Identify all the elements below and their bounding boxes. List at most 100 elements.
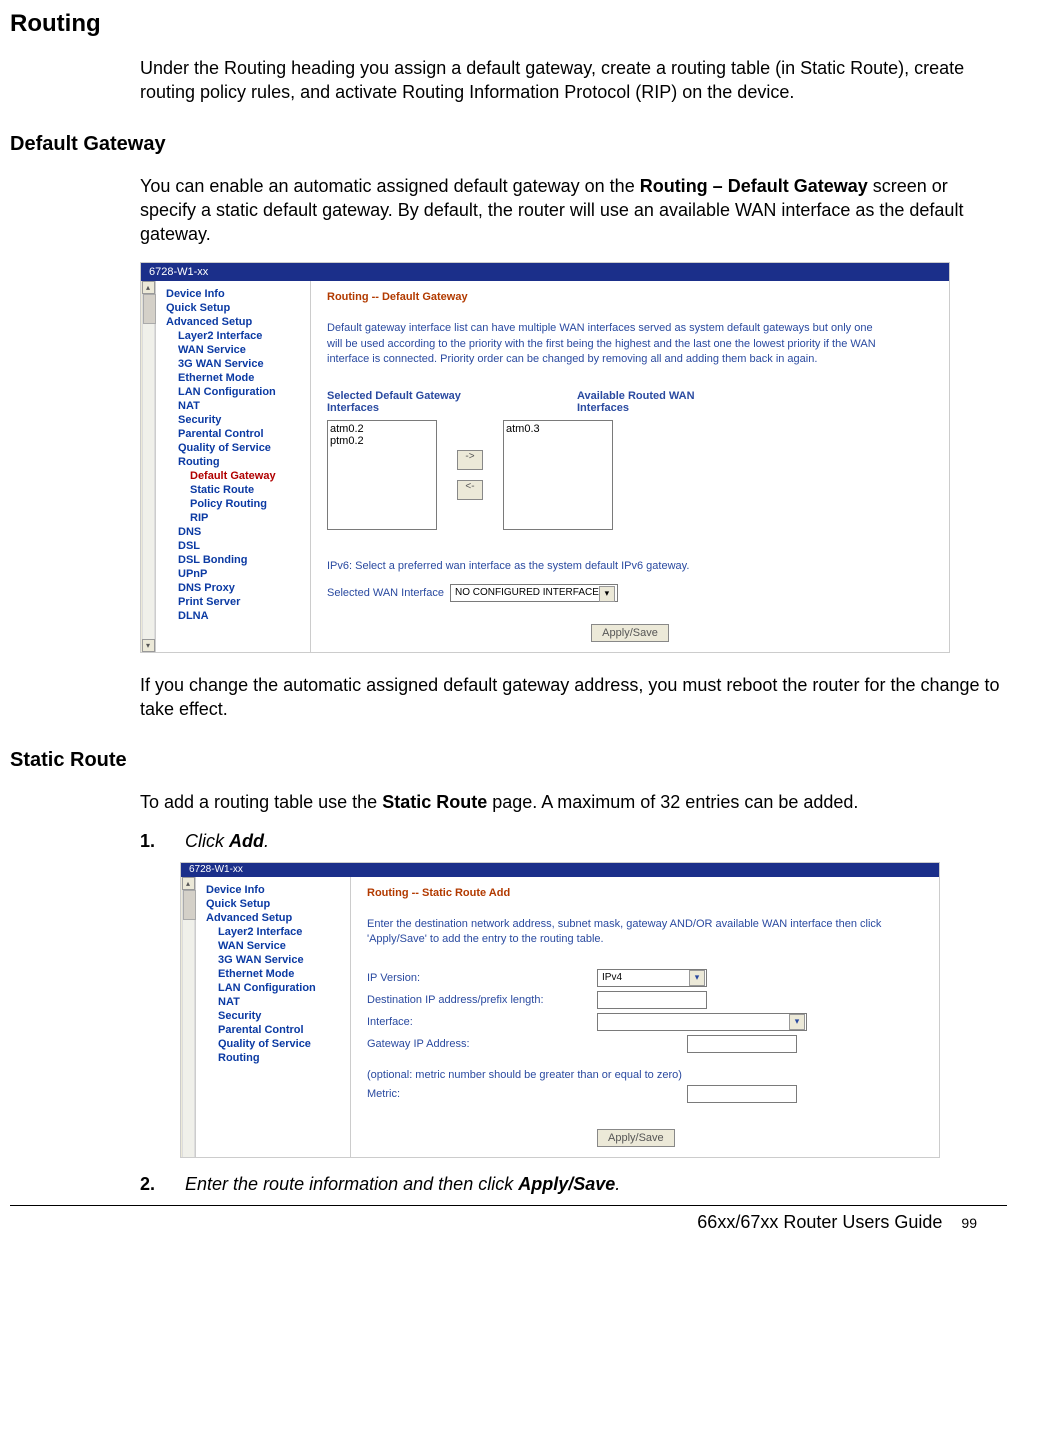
sidebar2-item-wan-service[interactable]: WAN Service bbox=[206, 939, 346, 953]
sidebar2-item-qos[interactable]: Quality of Service bbox=[206, 1037, 346, 1051]
step-1-bold: Add bbox=[229, 831, 264, 851]
sidebar2-item-security[interactable]: Security bbox=[206, 1009, 346, 1023]
sidebar-item-device-info[interactable]: Device Info bbox=[166, 287, 306, 301]
step-2-bold: Apply/Save bbox=[518, 1174, 615, 1194]
sidebar2-item-quick-setup[interactable]: Quick Setup bbox=[206, 897, 346, 911]
scroll-up-icon-2[interactable]: ▴ bbox=[182, 877, 195, 890]
content-description: Default gateway interface list can have … bbox=[327, 321, 887, 367]
window-titlebar-2: 6728-W1-xx bbox=[181, 863, 939, 877]
sidebar2-item-3g-wan[interactable]: 3G WAN Service bbox=[206, 953, 346, 967]
sidebar-item-layer2[interactable]: Layer2 Interface bbox=[166, 329, 306, 343]
sidebar-item-static-route[interactable]: Static Route bbox=[166, 483, 306, 497]
move-right-button[interactable]: -> bbox=[457, 450, 483, 470]
sr-intro-pre: To add a routing table use the bbox=[140, 792, 382, 812]
sidebar2-item-nat[interactable]: NAT bbox=[206, 995, 346, 1009]
listbox-selected-gateway[interactable]: atm0.2 ptm0.2 bbox=[327, 420, 437, 530]
label-available-wan: Available Routed WAN Interfaces bbox=[577, 390, 717, 414]
label-selected-wan-interface: Selected WAN Interface bbox=[327, 587, 444, 599]
sidebar-item-print-server[interactable]: Print Server bbox=[166, 595, 306, 609]
para-default-gateway-intro: You can enable an automatic assigned def… bbox=[140, 174, 1007, 247]
footer-guide-title: 66xx/67xx Router Users Guide bbox=[697, 1212, 942, 1232]
sidebar2-item-lan-config[interactable]: LAN Configuration bbox=[206, 981, 346, 995]
label-interface: Interface: bbox=[367, 1016, 597, 1028]
dg-intro-pre: You can enable an automatic assigned def… bbox=[140, 176, 640, 196]
input-metric[interactable] bbox=[687, 1085, 797, 1103]
step-1-number: 1. bbox=[140, 831, 180, 852]
sidebar2-item-ethernet-mode[interactable]: Ethernet Mode bbox=[206, 967, 346, 981]
input-gateway-ip[interactable] bbox=[687, 1035, 797, 1053]
ipv6-note: IPv6: Select a preferred wan interface a… bbox=[327, 560, 933, 572]
move-left-button[interactable]: <- bbox=[457, 480, 483, 500]
sidebar-item-dns[interactable]: DNS bbox=[166, 525, 306, 539]
page-footer: 66xx/67xx Router Users Guide 99 bbox=[10, 1205, 1007, 1237]
sidebar-item-ethernet-mode[interactable]: Ethernet Mode bbox=[166, 371, 306, 385]
scroll-thumb-2[interactable] bbox=[183, 890, 196, 920]
sidebar-item-rip[interactable]: RIP bbox=[166, 511, 306, 525]
input-destination-ip[interactable] bbox=[597, 991, 707, 1009]
select-ip-version-value: IPv4 bbox=[598, 970, 706, 985]
step-2-number: 2. bbox=[140, 1174, 180, 1195]
sidebar2-item-advanced-setup[interactable]: Advanced Setup bbox=[206, 911, 346, 925]
sidebar2-item-parental[interactable]: Parental Control bbox=[206, 1023, 346, 1037]
sidebar-item-nat[interactable]: NAT bbox=[166, 399, 306, 413]
content-title: Routing -- Default Gateway bbox=[327, 291, 933, 303]
scroll-down-icon[interactable]: ▾ bbox=[142, 639, 155, 652]
apply-save-button-2[interactable]: Apply/Save bbox=[597, 1129, 675, 1147]
heading-default-gateway: Default Gateway bbox=[10, 133, 1007, 156]
scrollbar-2[interactable]: ▴ bbox=[181, 877, 196, 1158]
sidebar-item-dns-proxy[interactable]: DNS Proxy bbox=[166, 581, 306, 595]
sidebar-item-parental[interactable]: Parental Control bbox=[166, 427, 306, 441]
sidebar2-item-device-info[interactable]: Device Info bbox=[206, 883, 346, 897]
para-routing-intro: Under the Routing heading you assign a d… bbox=[140, 56, 1007, 105]
sidebar-item-dlna[interactable]: DLNA bbox=[166, 609, 306, 623]
select-interface[interactable] bbox=[597, 1013, 807, 1031]
heading-routing: Routing bbox=[10, 10, 1007, 38]
sidebar-item-dsl-bonding[interactable]: DSL Bonding bbox=[166, 553, 306, 567]
sidebar-item-wan-service[interactable]: WAN Service bbox=[166, 343, 306, 357]
label-ip-version: IP Version: bbox=[367, 972, 597, 984]
select-wan-interface-value: NO CONFIGURED INTERFACE bbox=[455, 587, 599, 598]
sidebar-nav-2: Device Info Quick Setup Advanced Setup L… bbox=[196, 877, 351, 1158]
sidebar-item-qos[interactable]: Quality of Service bbox=[166, 441, 306, 455]
label-selected-gateway: Selected Default Gateway Interfaces bbox=[327, 390, 467, 414]
select-ip-version[interactable]: IPv4 bbox=[597, 969, 707, 987]
sidebar-item-routing[interactable]: Routing bbox=[166, 455, 306, 469]
sidebar-nav: Device Info Quick Setup Advanced Setup L… bbox=[156, 281, 311, 651]
window-titlebar: 6728-W1-xx bbox=[141, 263, 949, 281]
dg-intro-bold: Routing – Default Gateway bbox=[640, 176, 868, 196]
sidebar-item-lan-config[interactable]: LAN Configuration bbox=[166, 385, 306, 399]
listbox-available-wan[interactable]: atm0.3 bbox=[503, 420, 613, 530]
step-1-pre: Click bbox=[185, 831, 229, 851]
sidebar-item-default-gateway[interactable]: Default Gateway bbox=[166, 469, 306, 483]
content-description-2: Enter the destination network address, s… bbox=[367, 917, 923, 948]
label-optional-note: (optional: metric number should be great… bbox=[367, 1069, 923, 1081]
heading-static-route: Static Route bbox=[10, 749, 1007, 772]
sidebar-item-security[interactable]: Security bbox=[166, 413, 306, 427]
label-gateway-ip: Gateway IP Address: bbox=[367, 1038, 597, 1050]
scroll-up-icon[interactable]: ▴ bbox=[142, 281, 155, 294]
sr-intro-post: page. A maximum of 32 entries can be add… bbox=[487, 792, 858, 812]
para-static-route-intro: To add a routing table use the Static Ro… bbox=[140, 790, 1007, 814]
select-wan-interface[interactable]: NO CONFIGURED INTERFACE bbox=[450, 584, 618, 602]
label-metric: Metric: bbox=[367, 1088, 597, 1100]
step-1-post: . bbox=[264, 831, 269, 851]
sidebar-item-upnp[interactable]: UPnP bbox=[166, 567, 306, 581]
sidebar2-item-layer2[interactable]: Layer2 Interface bbox=[206, 925, 346, 939]
sidebar2-item-routing[interactable]: Routing bbox=[206, 1051, 346, 1065]
screenshot-static-route: 6728-W1-xx ▴ Device Info Quick Setup Adv… bbox=[180, 862, 940, 1159]
step-2: 2. Enter the route information and then … bbox=[140, 1174, 1007, 1195]
apply-save-button[interactable]: Apply/Save bbox=[591, 624, 669, 642]
step-2-post: . bbox=[615, 1174, 620, 1194]
scroll-thumb[interactable] bbox=[143, 294, 156, 324]
scrollbar[interactable]: ▴ ▾ bbox=[141, 281, 156, 651]
label-destination-ip: Destination IP address/prefix length: bbox=[367, 994, 597, 1006]
screenshot-default-gateway: 6728-W1-xx ▴ ▾ Device Info Quick Setup A… bbox=[140, 262, 950, 652]
sidebar-item-policy-routing[interactable]: Policy Routing bbox=[166, 497, 306, 511]
sidebar-item-advanced-setup[interactable]: Advanced Setup bbox=[166, 315, 306, 329]
content-title-2: Routing -- Static Route Add bbox=[367, 887, 923, 899]
sidebar-item-3g-wan[interactable]: 3G WAN Service bbox=[166, 357, 306, 371]
sidebar-item-quick-setup[interactable]: Quick Setup bbox=[166, 301, 306, 315]
sidebar-item-dsl[interactable]: DSL bbox=[166, 539, 306, 553]
step-1: 1. Click Add. bbox=[140, 831, 1007, 852]
step-2-pre: Enter the route information and then cli… bbox=[185, 1174, 518, 1194]
